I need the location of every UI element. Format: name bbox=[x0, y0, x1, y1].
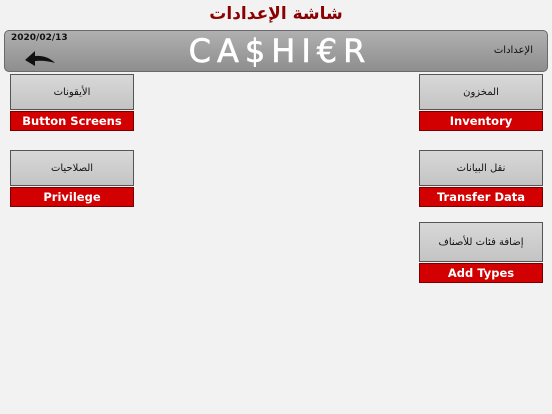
privilege-ar-label[interactable]: الصلاحيات bbox=[10, 150, 134, 186]
header-section-label: الإعدادات bbox=[493, 45, 533, 56]
header-date: 2020/02/13 bbox=[11, 33, 68, 43]
transfer-data-en-label[interactable]: Transfer Data bbox=[419, 187, 543, 207]
back-button[interactable] bbox=[21, 47, 61, 67]
privilege-en-label[interactable]: Privilege bbox=[10, 187, 134, 207]
button-screens-tile[interactable]: الأيقونات Button Screens bbox=[10, 74, 134, 131]
header-bar: 2020/02/13 CA$HI€R الإعدادات bbox=[4, 30, 548, 72]
transfer-data-ar-label[interactable]: نقل البيانات bbox=[419, 150, 543, 186]
button-screens-en-label[interactable]: Button Screens bbox=[10, 111, 134, 131]
cashier-logo: CA$HI€R bbox=[188, 32, 372, 70]
button-screens-ar-label[interactable]: الأيقونات bbox=[10, 74, 134, 110]
inventory-en-label[interactable]: Inventory bbox=[419, 111, 543, 131]
screen-title: شاشة الإعدادات bbox=[209, 4, 343, 24]
add-types-ar-label[interactable]: إضافة فئات للأصناف bbox=[419, 222, 543, 262]
add-types-tile[interactable]: إضافة فئات للأصناف Add Types bbox=[419, 222, 543, 283]
back-arrow-icon bbox=[25, 51, 55, 66]
transfer-data-tile[interactable]: نقل البيانات Transfer Data bbox=[419, 150, 543, 207]
inventory-tile[interactable]: المخزون Inventory bbox=[419, 74, 543, 131]
privilege-tile[interactable]: الصلاحيات Privilege bbox=[10, 150, 134, 207]
inventory-ar-label[interactable]: المخزون bbox=[419, 74, 543, 110]
add-types-en-label[interactable]: Add Types bbox=[419, 263, 543, 283]
